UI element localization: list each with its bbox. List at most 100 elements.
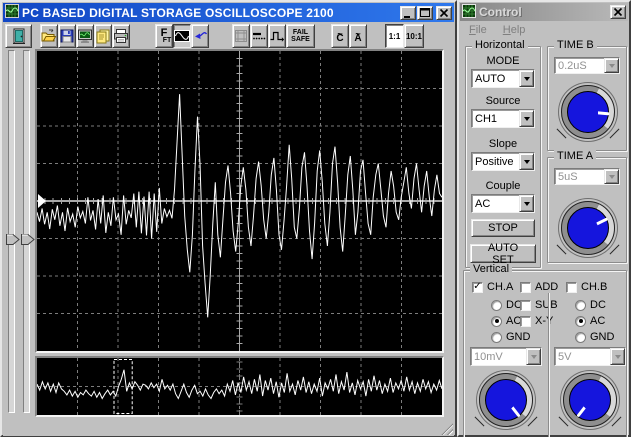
ratio-10-1-label: 10:1	[405, 31, 422, 41]
ch-a-scale-select[interactable]: 10mV	[470, 347, 542, 366]
mode-select[interactable]: AUTO	[471, 69, 535, 88]
statusbar	[3, 419, 454, 436]
waveform-display-button[interactable]	[173, 24, 191, 48]
ch-b-volts-knob[interactable]	[561, 371, 619, 429]
mode-label: MODE	[486, 55, 520, 67]
ch-b-gnd-radio[interactable]	[575, 331, 586, 343]
ch-a-checkbox[interactable]: ✓	[472, 281, 483, 293]
sub-checkbox-row[interactable]: ✓ SUB	[520, 299, 558, 311]
channel-a-position-slider[interactable]	[6, 50, 20, 413]
time-a-select[interactable]: 5uS	[554, 168, 620, 185]
toolbar: F FT FAIL SAFE ~ C ~ A 1:1 10:1	[4, 24, 453, 49]
control-icon	[462, 3, 476, 21]
main-titlebar[interactable]: PC BASED DIGITAL STORAGE OSCILLOSCOPE 21…	[3, 3, 454, 22]
xy-checkbox-label: X-Y	[535, 315, 554, 327]
cal-c-letter: C	[336, 32, 344, 44]
ch-a-gnd-radio-row[interactable]: GND	[491, 331, 530, 343]
time-a-label: TIME A	[554, 150, 597, 163]
ch-b-checkbox-row[interactable]: ✓ CH.B	[566, 281, 607, 293]
ch-a-dc-radio[interactable]	[491, 299, 502, 311]
ch-a-checkbox-row[interactable]: ✓ CH.A	[472, 281, 513, 293]
fft-sublabel: FT	[162, 36, 172, 44]
print-button[interactable]	[112, 24, 130, 48]
sub-checkbox-label: SUB	[535, 299, 558, 311]
slope-label: Slope	[488, 138, 518, 150]
slope-dropdown-icon[interactable]	[519, 153, 534, 170]
source-select[interactable]: CH1	[471, 109, 535, 128]
ch-b-gnd-radio-row[interactable]: GND	[575, 331, 614, 343]
calibrate-c-button[interactable]: ~ C	[331, 24, 349, 48]
exit-button[interactable]	[5, 24, 32, 48]
cal-a-letter: A	[354, 32, 362, 44]
reference-line-button[interactable]	[250, 24, 268, 48]
ch-b-scale-select[interactable]: 5V	[554, 347, 626, 366]
failsafe-button[interactable]: FAIL SAFE	[286, 24, 315, 48]
close-button[interactable]	[436, 5, 452, 20]
ch-b-dc-radio-row[interactable]: DC	[575, 299, 606, 311]
time-b-dropdown-icon[interactable]	[604, 58, 619, 73]
mode-dropdown-icon[interactable]	[519, 70, 534, 87]
channel-b-position-slider[interactable]	[21, 50, 35, 413]
display-button[interactable]	[76, 24, 94, 48]
menu-file[interactable]: File	[469, 24, 487, 36]
main-waveform	[37, 51, 442, 351]
probe-ratio-1-1-button[interactable]: 1:1	[385, 24, 404, 48]
overview-scope-display[interactable]	[35, 356, 444, 417]
slider-b-thumb[interactable]	[21, 234, 35, 248]
xy-checkbox[interactable]: ✓	[520, 315, 531, 327]
add-checkbox-row[interactable]: ✓ ADD	[520, 281, 558, 293]
slope-select[interactable]: Positive	[471, 152, 535, 171]
ch-b-checkbox[interactable]: ✓	[566, 281, 577, 293]
fft-button[interactable]: F FT	[155, 24, 173, 48]
blue-arrow-icon	[195, 32, 208, 39]
couple-dropdown-icon[interactable]	[519, 195, 534, 212]
notes-button[interactable]	[94, 24, 112, 48]
source-dropdown-icon[interactable]	[519, 110, 534, 127]
ch-a-scale-dropdown-icon[interactable]	[526, 348, 541, 365]
maximize-button[interactable]	[417, 5, 433, 20]
ch-a-volts-knob[interactable]	[477, 371, 535, 429]
minimize-button[interactable]	[400, 5, 416, 20]
ch-b-dc-radio[interactable]	[575, 299, 586, 311]
time-a-knob[interactable]	[559, 199, 617, 257]
ch-b-ac-radio[interactable]	[575, 315, 586, 327]
couple-select[interactable]: AC	[471, 194, 535, 213]
sub-checkbox[interactable]: ✓	[520, 299, 531, 311]
probe-ratio-10-1-button[interactable]: 10:1	[404, 24, 424, 48]
exit-door-icon	[12, 28, 25, 44]
ch-a-ac-label: AC	[506, 315, 522, 327]
add-checkbox[interactable]: ✓	[520, 281, 531, 293]
resize-grip-icon[interactable]	[440, 422, 453, 435]
menu-help[interactable]: Help	[503, 24, 526, 36]
calibrate-a-button[interactable]: ~ A	[349, 24, 367, 48]
time-a-dropdown-icon[interactable]	[604, 169, 619, 184]
slope-value: Positive	[475, 155, 514, 168]
control-titlebar[interactable]: Control	[460, 3, 628, 21]
horizontal-group-label: Horizontal	[472, 39, 528, 52]
auto-set-button[interactable]: AUTO SET	[470, 242, 536, 266]
ch-a-checkbox-label: CH.A	[487, 281, 514, 293]
ch-a-ac-radio-row[interactable]: AC	[491, 315, 521, 327]
ch-b-ac-radio-row[interactable]: AC	[575, 315, 605, 327]
source-label: Source	[485, 95, 521, 107]
stop-button[interactable]: STOP	[471, 219, 535, 237]
open-button[interactable]	[40, 24, 58, 48]
ch-a-ac-radio[interactable]	[491, 315, 502, 327]
monitor-icon	[78, 29, 92, 43]
ratio-1-1-label: 1:1	[388, 31, 401, 41]
failsafe-label-top: FAIL	[292, 29, 309, 36]
ch-b-scale-dropdown-icon[interactable]	[610, 348, 625, 365]
slider-a-thumb[interactable]	[6, 234, 20, 248]
grid-icon	[235, 30, 247, 42]
undo-arrow-button[interactable]	[191, 24, 209, 48]
trigger-edge-button[interactable]	[268, 24, 286, 48]
ch-a-gnd-radio[interactable]	[491, 331, 502, 343]
grid-toggle-button[interactable]	[232, 24, 250, 48]
time-b-select[interactable]: 0.2uS	[554, 57, 620, 74]
save-button[interactable]	[58, 24, 76, 48]
couple-value: AC	[475, 197, 491, 210]
control-close-button[interactable]	[610, 5, 626, 19]
ch-a-scale-value: 10mV	[474, 350, 503, 363]
ch-a-dc-radio-row[interactable]: DC	[491, 299, 522, 311]
time-b-knob[interactable]	[559, 83, 617, 141]
